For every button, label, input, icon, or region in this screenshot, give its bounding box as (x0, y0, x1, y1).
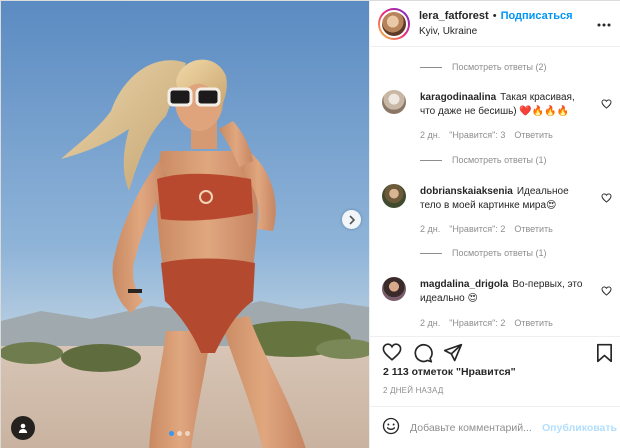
view-replies-label: Посмотреть ответы (1) (452, 155, 547, 165)
emoji-button[interactable] (382, 417, 400, 440)
add-comment-bar: Опубликовать (370, 406, 620, 448)
follow-button[interactable]: Подписаться (501, 10, 573, 23)
commenter-username[interactable]: dobrianskaiaksenia (420, 186, 513, 197)
view-replies-label: Посмотреть ответы (1) (452, 248, 547, 258)
heart-icon (601, 99, 612, 109)
author-info: lera_fatforest • Подписаться Kyiv, Ukrai… (419, 10, 573, 38)
post-location[interactable]: Kyiv, Ukraine (419, 25, 573, 38)
comment-time: 2 дн. (420, 130, 441, 140)
reply-button[interactable]: Ответить (514, 130, 552, 140)
view-replies-button[interactable]: Посмотреть ответы (2) (420, 62, 547, 72)
comment-meta: 2 дн. "Нравится": 3 Ответить (420, 130, 553, 140)
commenter-avatar[interactable] (382, 184, 406, 208)
share-icon (443, 343, 463, 362)
post-date[interactable]: 2 ДНЕЙ НАЗАД (383, 386, 443, 395)
next-photo-button[interactable] (342, 210, 361, 229)
post-image (1, 1, 369, 448)
comment-text-block: dobrianskaiaksenia Идеальное тело в моей … (420, 185, 592, 213)
replies-line (420, 159, 442, 161)
comment-text-block: magdalina_drigola Во-первых, это идеально… (420, 278, 592, 306)
heart-icon (601, 286, 612, 296)
chevron-right-icon (348, 214, 355, 225)
replies-line (420, 66, 442, 68)
heart-icon (382, 343, 402, 361)
commenter-avatar[interactable] (382, 277, 406, 301)
like-button[interactable] (382, 343, 402, 366)
comment-likes[interactable]: "Нравится": 2 (449, 224, 505, 234)
share-button[interactable] (443, 343, 463, 368)
view-replies-button[interactable]: Посмотреть ответы (1) (420, 248, 547, 258)
more-icon (597, 23, 611, 27)
comment-button[interactable] (413, 343, 433, 368)
publish-button[interactable]: Опубликовать (542, 422, 617, 434)
comments-list[interactable]: Посмотреть ответы (2) karagodinaalina Так… (370, 48, 620, 336)
heart-icon (601, 193, 612, 203)
comment-item: dobrianskaiaksenia Идеальное тело в моей … (382, 184, 612, 244)
like-comment-button[interactable] (601, 96, 612, 114)
comment-likes[interactable]: "Нравится": 3 (449, 130, 505, 140)
comment-meta: 2 дн. "Нравится": 2 Ответить (420, 318, 553, 328)
comment-meta: 2 дн. "Нравится": 2 Ответить (420, 224, 553, 234)
carousel-dot (169, 431, 174, 436)
commenter-username[interactable]: magdalina_drigola (420, 279, 508, 290)
comment-time: 2 дн. (420, 318, 441, 328)
author-username[interactable]: lera_fatforest (419, 10, 489, 23)
replies-line (420, 252, 442, 254)
like-comment-button[interactable] (601, 283, 612, 301)
comment-time: 2 дн. (420, 224, 441, 234)
commenter-avatar[interactable] (382, 90, 406, 114)
view-replies-button[interactable]: Посмотреть ответы (1) (420, 155, 547, 165)
comment-item: magdalina_drigola Во-первых, это идеально… (382, 277, 612, 335)
comment-item: karagodinaalina Такая красивая, что даже … (382, 90, 612, 150)
instagram-post: lera_fatforest • Подписаться Kyiv, Ukrai… (0, 0, 620, 448)
comment-likes[interactable]: "Нравится": 2 (449, 318, 505, 328)
post-side-panel: lera_fatforest • Подписаться Kyiv, Ukrai… (369, 1, 620, 448)
save-button[interactable] (596, 343, 613, 368)
reply-button[interactable]: Ответить (514, 224, 552, 234)
post-header: lera_fatforest • Подписаться Kyiv, Ukrai… (370, 1, 620, 47)
tagged-users-button[interactable] (11, 416, 35, 440)
like-comment-button[interactable] (601, 190, 612, 208)
separator-dot: • (492, 9, 497, 22)
comment-input[interactable] (410, 422, 538, 434)
more-options-button[interactable] (597, 14, 611, 32)
bookmark-icon (596, 343, 612, 363)
carousel-indicator (169, 431, 190, 436)
emoji-icon (382, 417, 400, 434)
reply-button[interactable]: Ответить (514, 318, 552, 328)
comment-text-block: karagodinaalina Такая красивая, что даже … (420, 91, 592, 119)
view-replies-label: Посмотреть ответы (2) (452, 62, 547, 72)
comment-icon (414, 343, 433, 363)
likes-count[interactable]: 2 113 отметок "Нравится" (383, 366, 516, 378)
post-photo[interactable] (1, 1, 369, 448)
author-avatar[interactable] (378, 7, 410, 40)
carousel-dot (177, 431, 182, 436)
commenter-username[interactable]: karagodinaalina (420, 92, 496, 103)
user-tag-icon (18, 423, 28, 433)
carousel-dot (185, 431, 190, 436)
